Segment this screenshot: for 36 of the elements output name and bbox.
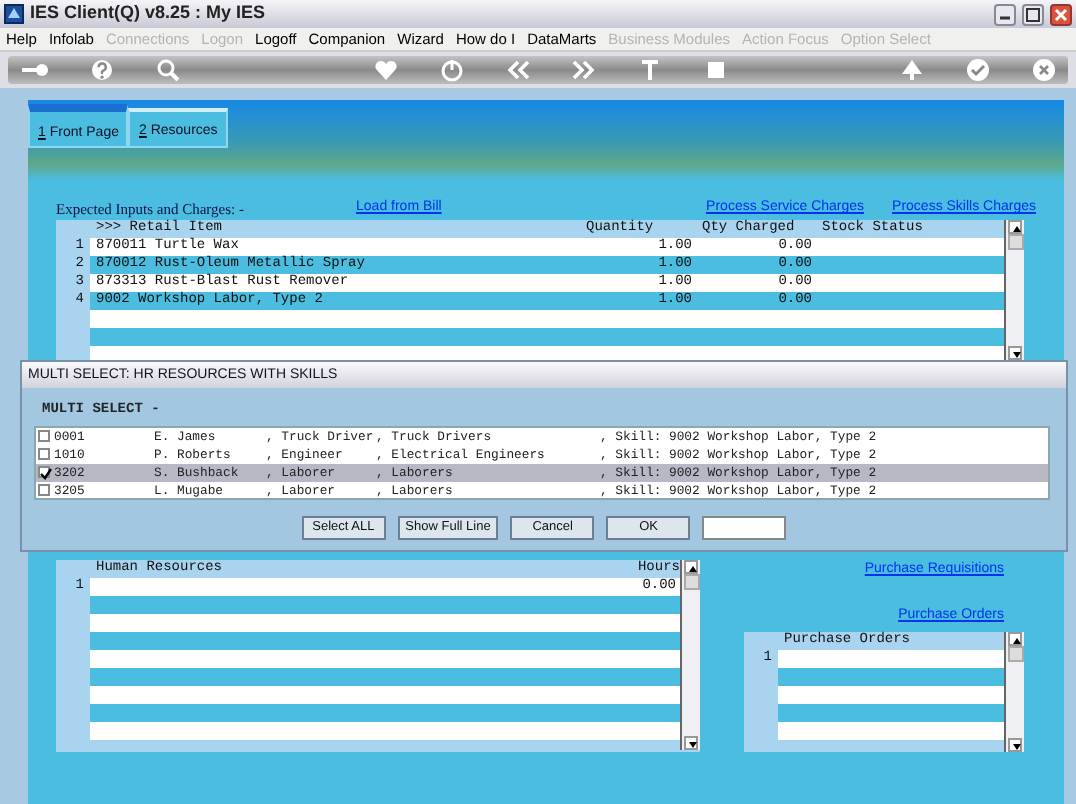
key-icon[interactable] [20,58,48,82]
scroll-thumb[interactable] [683,574,699,590]
minimize-icon [1000,16,1010,20]
help-icon[interactable] [90,58,114,82]
scroll-down-icon[interactable] [1008,346,1022,360]
close-button[interactable] [1050,3,1072,25]
text-icon[interactable] [637,58,661,82]
maximize-icon [1024,5,1042,23]
scroll-down-icon[interactable] [1008,738,1022,752]
fast-forward-icon[interactable] [571,58,595,82]
scroll-up-icon[interactable] [1007,220,1021,234]
scrollbar[interactable] [1004,220,1024,360]
checkbox[interactable] [38,484,50,496]
scroll-up-icon[interactable] [683,560,697,574]
checkbox[interactable] [38,430,50,442]
input-field[interactable] [702,516,787,540]
search-icon[interactable] [156,58,180,82]
checkbox[interactable] [38,448,50,460]
rewind-icon[interactable] [505,58,529,82]
close-icon [1052,5,1070,23]
checkbox[interactable] [38,466,50,478]
scroll-down-icon[interactable] [684,736,698,750]
app-icon [4,4,24,24]
power-icon[interactable] [439,58,463,82]
scroll-thumb[interactable] [1007,646,1023,662]
scrollbar[interactable] [680,560,700,750]
close-icon[interactable] [1032,58,1056,82]
scrollbar[interactable] [1004,632,1024,752]
minimize-button[interactable] [994,3,1016,25]
check-icon[interactable] [966,58,990,82]
maximize-button[interactable] [1022,3,1044,25]
scroll-thumb[interactable] [1007,234,1023,250]
scroll-up-icon[interactable] [1007,632,1021,646]
heart-icon[interactable] [373,58,397,82]
stop-icon[interactable] [703,58,727,82]
window-title: IES Client(Q) v8.25 : My IES [30,0,266,27]
